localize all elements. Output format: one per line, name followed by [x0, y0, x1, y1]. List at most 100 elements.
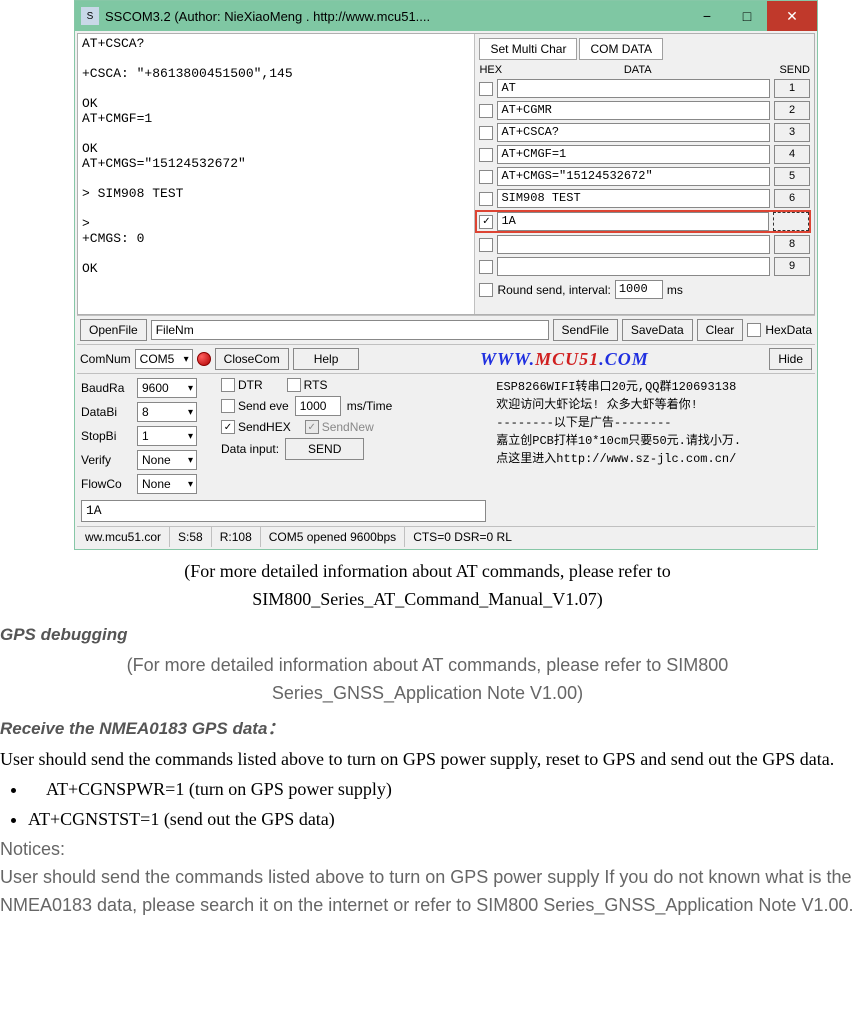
- hex-checkbox[interactable]: [479, 170, 493, 184]
- baudrate-label: BaudRa: [81, 381, 131, 395]
- hex-checkbox[interactable]: [479, 192, 493, 206]
- terminal-output: AT+CSCA? +CSCA: "+8613800451500",145 OK …: [78, 34, 475, 314]
- savedata-button[interactable]: SaveData: [622, 319, 693, 341]
- help-button[interactable]: Help: [293, 348, 360, 370]
- stopbits-select[interactable]: 1: [137, 426, 197, 446]
- file-toolbar: OpenFile FileNm SendFile SaveData Clear …: [77, 315, 815, 344]
- rts-checkbox[interactable]: [287, 378, 301, 392]
- port-settings: BaudRa 9600 DataBi 8 StopBi 1 Verify None Fl…: [77, 374, 490, 526]
- rts-label: RTS: [304, 378, 328, 392]
- row-send-button[interactable]: [773, 212, 809, 231]
- databits-select[interactable]: 8: [137, 402, 197, 422]
- data-input[interactable]: AT+CGMR: [497, 101, 770, 120]
- openfile-button[interactable]: OpenFile: [80, 319, 147, 341]
- col-hex: HEX: [479, 64, 509, 76]
- closecom-button[interactable]: CloseCom: [215, 348, 289, 370]
- close-button[interactable]: ✕: [767, 1, 817, 31]
- sendeve-input[interactable]: 1000: [295, 396, 341, 416]
- data-input[interactable]: AT+CSCA?: [497, 123, 770, 142]
- window-controls: − □ ✕: [687, 1, 817, 31]
- data-input[interactable]: [497, 257, 770, 276]
- round-interval-input[interactable]: 1000: [615, 280, 663, 299]
- row-send-button[interactable]: 1: [774, 79, 810, 98]
- data-input[interactable]: AT: [497, 79, 770, 98]
- sendhex-label: SendHEX: [238, 420, 291, 434]
- data-input[interactable]: [497, 235, 770, 254]
- maximize-button[interactable]: □: [727, 1, 767, 31]
- dtr-label: DTR: [238, 378, 263, 392]
- list-item-cgnspwr: AT+CGNSPWR=1 (turn on GPS power supply): [28, 776, 855, 804]
- data-input[interactable]: 1A: [497, 212, 769, 231]
- row-send-button[interactable]: 2: [774, 101, 810, 120]
- data-input[interactable]: AT+CMGS="15124532672": [497, 167, 770, 186]
- row-send-button[interactable]: 5: [774, 167, 810, 186]
- multi-row: SIM908 TEST6: [479, 189, 810, 208]
- multi-row: 8: [479, 235, 810, 254]
- heading-receive-nmea: Receive the NMEA0183 GPS data：: [0, 716, 855, 742]
- sendnew-label: SendNew: [322, 420, 374, 434]
- tab-com-data[interactable]: COM DATA: [579, 38, 663, 60]
- clear-button[interactable]: Clear: [697, 319, 744, 341]
- filename-field[interactable]: FileNm: [151, 320, 549, 340]
- com-select[interactable]: COM5: [135, 349, 193, 369]
- comnum-label: ComNum: [80, 352, 131, 366]
- tab-set-multi-char[interactable]: Set Multi Char: [479, 38, 577, 60]
- round-send-label: Round send, interval:: [497, 283, 610, 297]
- dtr-checkbox[interactable]: [221, 378, 235, 392]
- row-send-button[interactable]: 8: [774, 235, 810, 254]
- col-send: SEND: [766, 64, 810, 76]
- multi-row: AT1: [479, 79, 810, 98]
- multi-header: HEX DATA SEND: [479, 64, 810, 76]
- hexdata-label: HexData: [765, 323, 812, 337]
- sendfile-button[interactable]: SendFile: [553, 319, 618, 341]
- flowcontrol-label: FlowCo: [81, 477, 131, 491]
- multi-row: AT+CSCA?3: [479, 123, 810, 142]
- hex-checkbox[interactable]: [479, 104, 493, 118]
- titlebar: S SSCOM3.2 (Author: NieXiaoMeng . http:/…: [75, 1, 817, 31]
- round-unit: ms: [667, 283, 683, 297]
- databits-label: DataBi: [81, 405, 131, 419]
- multi-row: ✓ 1A: [476, 211, 810, 232]
- paragraph-instructions: User should send the commands listed abo…: [0, 746, 855, 774]
- datainput-label: Data input:: [221, 442, 279, 456]
- stopbits-label: StopBi: [81, 429, 131, 443]
- hide-button[interactable]: Hide: [769, 348, 812, 370]
- ad-text: ESP8266WIFI转串口20元,QQ群120693138 欢迎访问大虾论坛!…: [490, 374, 815, 526]
- hex-checkbox[interactable]: ✓: [479, 215, 493, 229]
- round-send-checkbox[interactable]: [479, 283, 493, 297]
- hexdata-checkbox[interactable]: [747, 323, 761, 337]
- hex-checkbox[interactable]: [479, 126, 493, 140]
- sendeve-label: Send eve: [238, 399, 289, 413]
- baudrate-select[interactable]: 9600: [137, 378, 197, 398]
- at-note-line2: SIM800_Series_AT_Command_Manual_V1.07): [0, 586, 855, 614]
- multi-row: AT+CMGS="15124532672"5: [479, 167, 810, 186]
- hex-checkbox[interactable]: [479, 148, 493, 162]
- sendhex-checkbox[interactable]: ✓: [221, 420, 235, 434]
- multi-send-panel: Set Multi Char COM DATA HEX DATA SEND AT…: [475, 34, 814, 314]
- data-input[interactable]: AT+CMGF=1: [497, 145, 770, 164]
- round-send-row: Round send, interval: 1000 ms: [479, 280, 810, 299]
- row-send-button[interactable]: 3: [774, 123, 810, 142]
- row-send-button[interactable]: 9: [774, 257, 810, 276]
- verify-label: Verify: [81, 453, 131, 467]
- status-recv: R:108: [212, 527, 261, 547]
- col-data: DATA: [509, 64, 766, 76]
- brand-link[interactable]: WWW.MCU51.COM: [363, 349, 765, 370]
- record-icon[interactable]: [197, 352, 211, 366]
- hex-checkbox[interactable]: [479, 82, 493, 96]
- minimize-button[interactable]: −: [687, 1, 727, 31]
- sendeve-checkbox[interactable]: [221, 399, 235, 413]
- verify-select[interactable]: None: [137, 450, 197, 470]
- data-input[interactable]: SIM908 TEST: [497, 189, 770, 208]
- com-toolbar: ComNum COM5 CloseCom Help WWW.MCU51.COM …: [77, 344, 815, 373]
- list-item-cgnstst: AT+CGNSTST=1 (send out the GPS data): [28, 806, 855, 834]
- multi-row: 9: [479, 257, 810, 276]
- row-send-button[interactable]: 4: [774, 145, 810, 164]
- hex-checkbox[interactable]: [479, 260, 493, 274]
- data-input-field[interactable]: 1A: [81, 500, 486, 522]
- send-button[interactable]: SEND: [285, 438, 364, 460]
- status-url: ww.mcu51.cor: [77, 527, 170, 547]
- row-send-button[interactable]: 6: [774, 189, 810, 208]
- hex-checkbox[interactable]: [479, 238, 493, 252]
- flowcontrol-select[interactable]: None: [137, 474, 197, 494]
